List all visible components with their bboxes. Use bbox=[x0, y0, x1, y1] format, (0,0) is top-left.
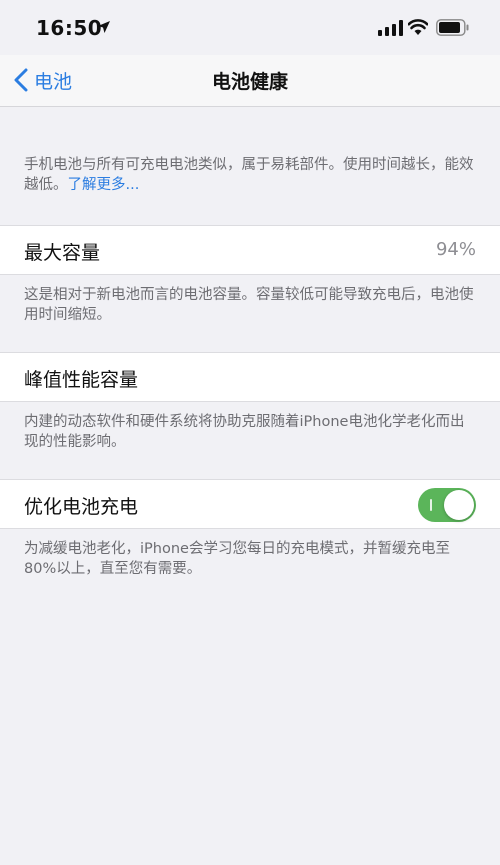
navigation-bar: 电池 电池健康 bbox=[0, 55, 500, 107]
toggle-knob bbox=[444, 490, 474, 520]
status-bar: 16:50 bbox=[0, 0, 500, 55]
max-capacity-value: 94% bbox=[435, 239, 476, 260]
location-arrow-icon bbox=[98, 21, 110, 33]
optimized-charging-footnote: 为减缓电池老化，iPhone会学习您每日的充电模式，并暂缓充电至80%以上，直至… bbox=[24, 541, 450, 577]
page-title: 电池健康 bbox=[211, 71, 288, 93]
intro-footnote: 手机电池与所有可充电电池类似，属于易耗部件。使用时间越长，能效越低。了解更多..… bbox=[24, 155, 474, 195]
optimized-charging-label: 优化电池充电 bbox=[24, 496, 139, 518]
battery-icon bbox=[436, 19, 469, 36]
optimized-charging-toggle[interactable] bbox=[418, 488, 476, 522]
signal-icon bbox=[378, 20, 403, 36]
peak-performance-footnote: 内建的动态软件和硬件系统将协助克服随着iPhone电池化学老化而出现的性能影响。 bbox=[24, 414, 465, 450]
max-capacity-label: 最大容量 bbox=[24, 242, 101, 264]
learn-more-link[interactable]: 了解更多... bbox=[68, 177, 140, 193]
wifi-icon bbox=[408, 19, 428, 35]
max-capacity-footnote: 这是相对于新电池而言的电池容量。容量较低可能导致充电后，电池使用时间缩短。 bbox=[24, 287, 474, 323]
peak-performance-row: 峰值性能容量 bbox=[0, 352, 500, 402]
max-capacity-row: 最大容量 94% bbox=[0, 225, 500, 275]
status-time: 16:50 bbox=[36, 16, 103, 40]
peak-performance-label: 峰值性能容量 bbox=[24, 369, 139, 391]
optimized-charging-row: 优化电池充电 bbox=[0, 479, 500, 529]
toggle-on-indicator bbox=[430, 499, 432, 511]
